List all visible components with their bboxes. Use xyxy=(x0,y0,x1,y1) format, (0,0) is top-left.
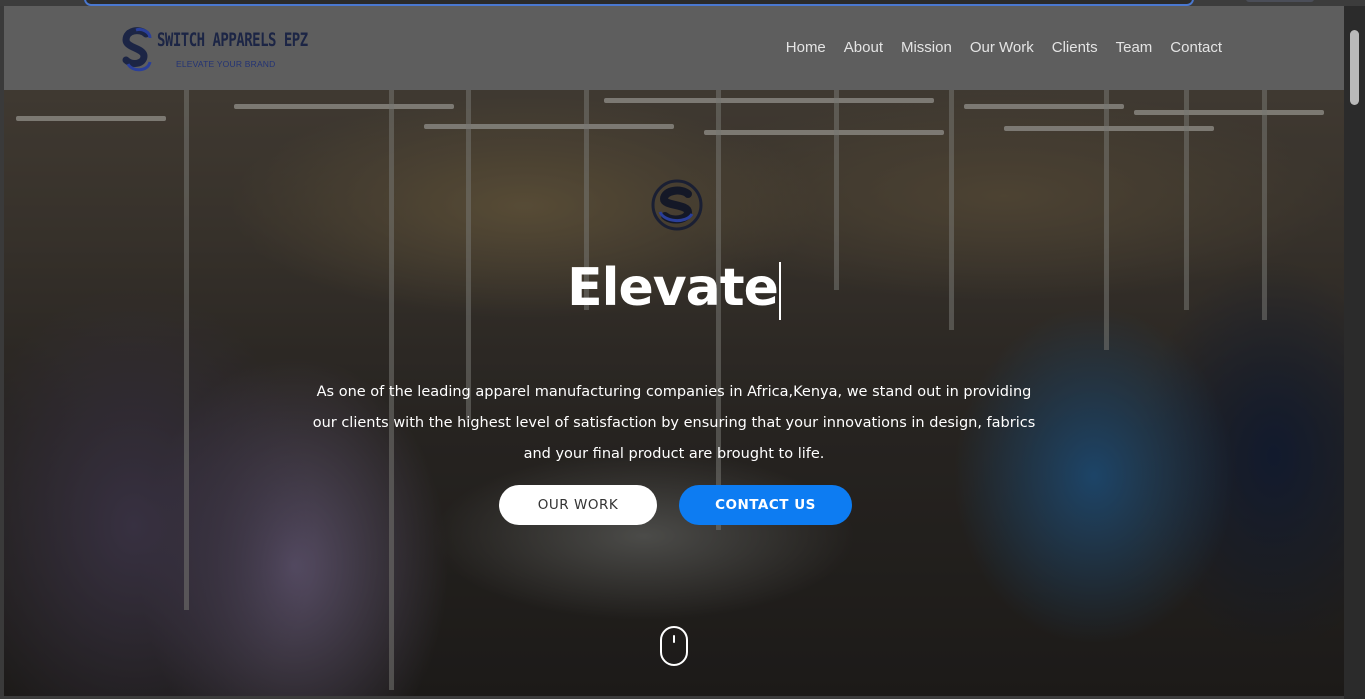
hero-description: As one of the leading apparel manufactur… xyxy=(312,383,1036,462)
switch-logo-icon xyxy=(122,27,152,72)
hero-dark-overlay xyxy=(4,6,1344,696)
scrollbar-thumb[interactable] xyxy=(1350,30,1359,105)
nav-clients[interactable]: Clients xyxy=(1052,39,1098,56)
nav-mission[interactable]: Mission xyxy=(901,39,952,56)
contact-us-button[interactable]: CONTACT US xyxy=(679,485,852,525)
main-nav: Home About Mission Our Work Clients Team… xyxy=(786,39,1222,56)
hero-title-text: Elevate xyxy=(567,258,779,318)
page-viewport: SWITCH APPARELS EPZ ELEVATE YOUR BRAND H… xyxy=(4,6,1344,696)
mouse-scroll-icon[interactable] xyxy=(660,626,688,666)
nav-home[interactable]: Home xyxy=(786,39,826,56)
brand-logo[interactable]: SWITCH APPARELS EPZ ELEVATE YOUR BRAND xyxy=(122,24,308,76)
browser-toolbar-button[interactable] xyxy=(1246,0,1314,2)
brand-tagline: ELEVATE YOUR BRAND xyxy=(176,59,276,69)
nav-our-work[interactable]: Our Work xyxy=(970,39,1034,56)
nav-team[interactable]: Team xyxy=(1116,39,1153,56)
nav-about[interactable]: About xyxy=(844,39,883,56)
brand-name: SWITCH APPARELS EPZ xyxy=(157,30,308,52)
site-header: SWITCH APPARELS EPZ ELEVATE YOUR BRAND H… xyxy=(4,6,1344,90)
our-work-button[interactable]: OUR WORK xyxy=(499,485,657,525)
hero-title: Elevate xyxy=(4,258,1344,320)
page-scrollbar[interactable] xyxy=(1344,6,1365,699)
nav-contact[interactable]: Contact xyxy=(1170,39,1222,56)
typing-cursor xyxy=(778,262,781,320)
hero-logo-icon xyxy=(651,179,703,231)
mouse-wheel xyxy=(673,635,675,643)
